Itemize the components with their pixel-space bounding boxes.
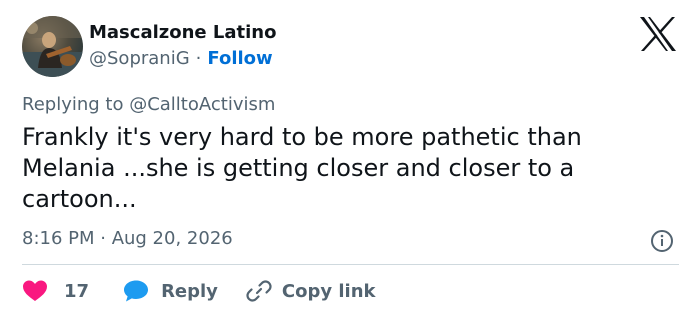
- speech-bubble-icon: [124, 280, 149, 302]
- author-name[interactable]: Mascalzone Latino: [89, 22, 276, 44]
- follow-button[interactable]: Follow: [207, 48, 272, 69]
- tweet-timestamp[interactable]: 8:16 PM · Aug 20, 2026: [22, 228, 233, 250]
- copy-link-button[interactable]: Copy link: [246, 278, 376, 304]
- avatar[interactable]: [22, 16, 83, 77]
- author-handle[interactable]: @SopraniG: [89, 48, 190, 69]
- replying-to: Replying to @CalltoActivism: [22, 94, 276, 115]
- link-icon: [246, 280, 272, 302]
- separator-dot: ·: [195, 48, 202, 69]
- reply-label: Reply: [161, 280, 218, 302]
- info-icon[interactable]: [650, 229, 674, 253]
- x-logo-icon[interactable]: [638, 16, 678, 52]
- like-count: 17: [64, 280, 90, 302]
- heart-icon: [23, 280, 47, 301]
- divider: [22, 264, 679, 265]
- tweet-card: Mascalzone Latino @SopraniG · Follow Reply…: [0, 0, 700, 318]
- action-bar: 17 Reply Copy link: [22, 278, 376, 304]
- author-handle-row: @SopraniG · Follow: [89, 48, 273, 70]
- copy-link-label: Copy link: [281, 280, 376, 302]
- tweet-text: Frankly it's very hard to be more pathet…: [22, 123, 582, 213]
- reply-button[interactable]: Reply: [123, 279, 218, 303]
- avatar-image: [22, 16, 83, 77]
- like-button[interactable]: 17: [22, 279, 89, 303]
